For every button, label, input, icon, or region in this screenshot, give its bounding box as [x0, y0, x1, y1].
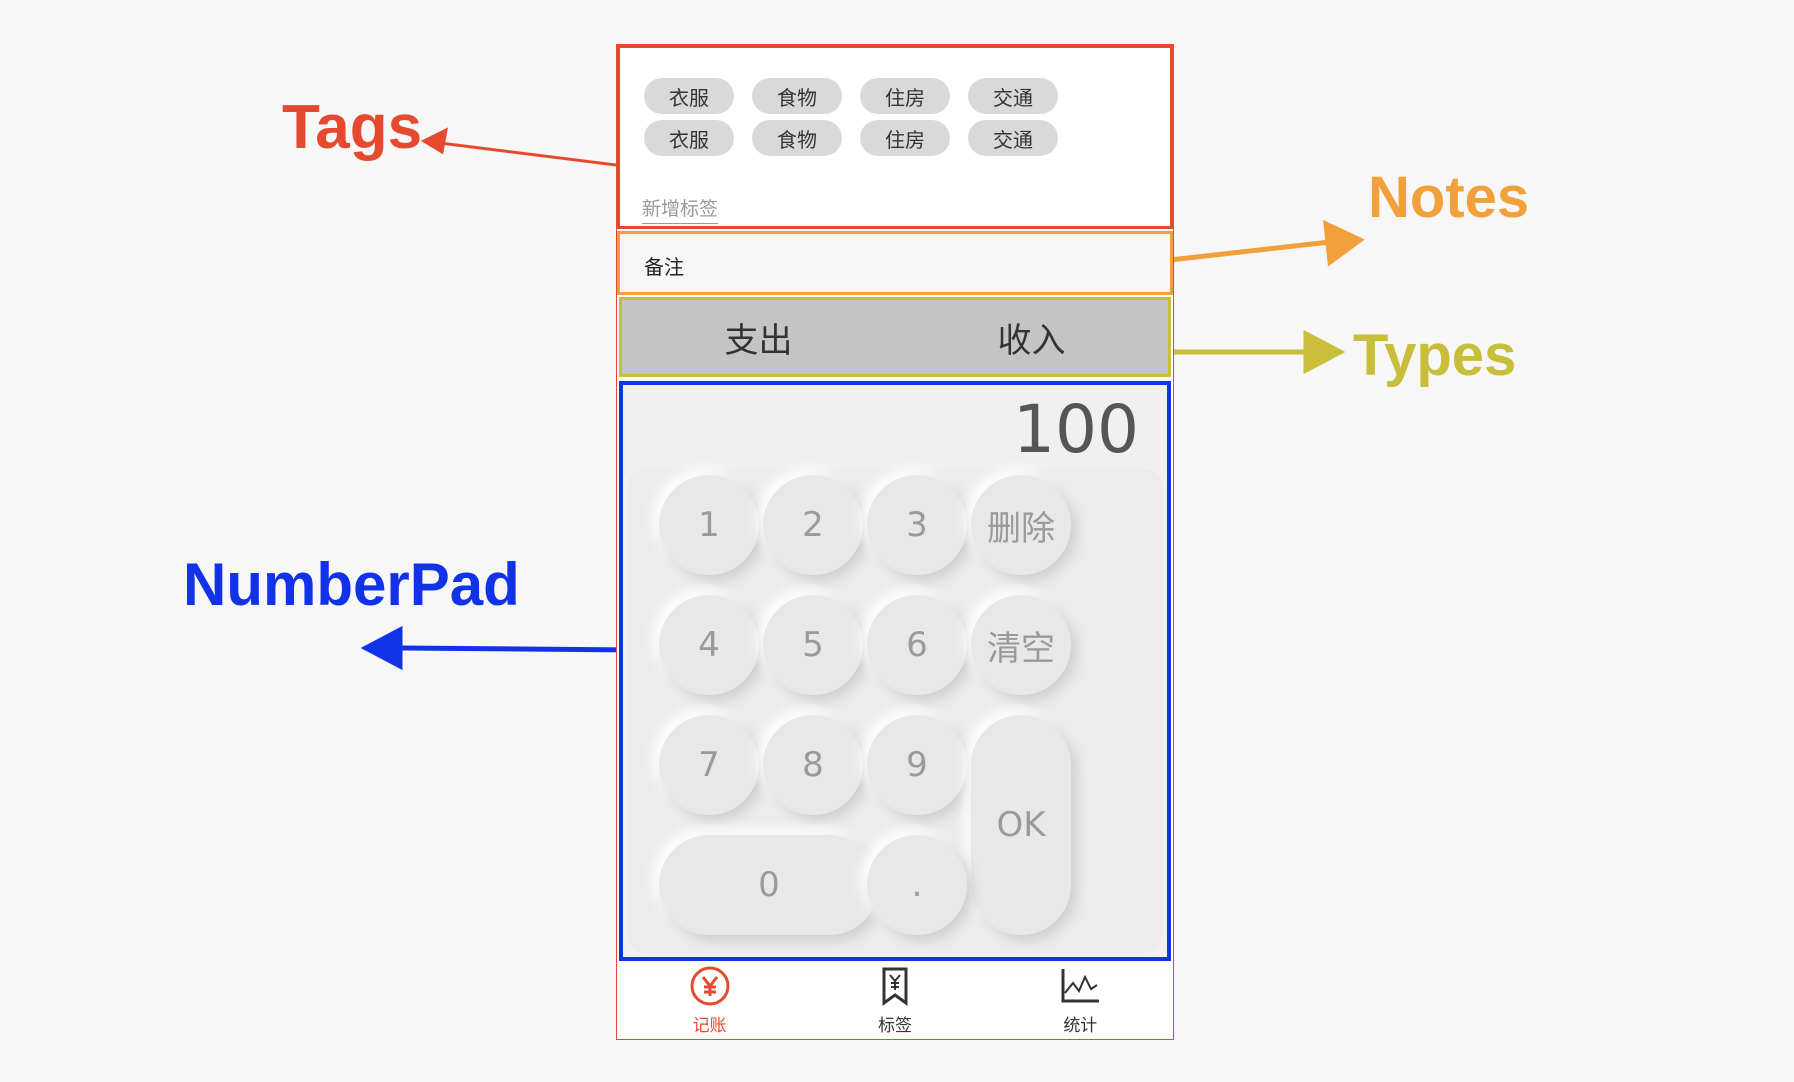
- tags-section: 衣服 食物 住房 交通 衣服 食物 住房 交通 新增标签: [617, 45, 1173, 229]
- notes-section[interactable]: 备注: [617, 231, 1173, 295]
- tag-food[interactable]: 食物: [752, 78, 842, 114]
- annotation-types: Types: [1353, 323, 1517, 388]
- key-4[interactable]: 4: [659, 595, 759, 695]
- annotation-notes: Notes: [1368, 165, 1530, 230]
- type-expense[interactable]: 支出: [622, 300, 895, 374]
- clear-button[interactable]: 清空: [971, 595, 1071, 695]
- tag-food[interactable]: 食物: [752, 120, 842, 156]
- key-1[interactable]: 1: [659, 475, 759, 575]
- key-3[interactable]: 3: [867, 475, 967, 575]
- types-section: 支出 收入: [619, 297, 1171, 377]
- key-8[interactable]: 8: [763, 715, 863, 815]
- tab-bookkeeping[interactable]: 记账: [617, 961, 802, 1039]
- tag-housing[interactable]: 住房: [860, 120, 950, 156]
- chart-icon: [1061, 968, 1100, 1002]
- tag-clothing[interactable]: 衣服: [644, 78, 734, 114]
- tab-statistics[interactable]: 统计: [988, 961, 1173, 1039]
- arrow-notes: [1151, 219, 1365, 267]
- key-6[interactable]: 6: [867, 595, 967, 695]
- key-2[interactable]: 2: [763, 475, 863, 575]
- type-income[interactable]: 收入: [895, 300, 1168, 374]
- numberpad-section: 100 1 2 3 删除 4 5 6 清空 7 8 9 OK 0 .: [619, 381, 1171, 961]
- key-9[interactable]: 9: [867, 715, 967, 815]
- amount-display: 100: [1013, 391, 1139, 468]
- tag-transport[interactable]: 交通: [968, 78, 1058, 114]
- phone-frame: 衣服 食物 住房 交通 衣服 食物 住房 交通 新增标签 备注 支出 收入 10…: [616, 44, 1174, 1040]
- tag-list: 衣服 食物 住房 交通 衣服 食物 住房 交通: [644, 78, 1058, 156]
- annotation-numberpad: NumberPad: [183, 551, 520, 618]
- arrow-numberpad: [360, 625, 635, 671]
- new-tag-button[interactable]: 新增标签: [642, 194, 719, 224]
- key-dot[interactable]: .: [867, 835, 967, 935]
- tab-label: 记账: [692, 1015, 727, 1036]
- notes-label: 备注: [644, 255, 684, 279]
- tag-housing[interactable]: 住房: [860, 78, 950, 114]
- key-0[interactable]: 0: [659, 835, 879, 935]
- annotation-tags: Tags: [282, 93, 423, 162]
- tab-tags[interactable]: 标签: [802, 961, 987, 1039]
- delete-button[interactable]: 删除: [971, 475, 1071, 575]
- tag-clothing[interactable]: 衣服: [644, 120, 734, 156]
- arrow-tags: [420, 127, 641, 170]
- key-5[interactable]: 5: [763, 595, 863, 695]
- keypad: 1 2 3 删除 4 5 6 清空 7 8 9 OK 0 .: [627, 469, 1163, 953]
- bookmark-icon: [882, 967, 908, 1006]
- money-icon: [690, 966, 730, 1005]
- key-7[interactable]: 7: [659, 715, 759, 815]
- tab-label: 统计: [1063, 1015, 1098, 1036]
- tab-label: 标签: [877, 1015, 912, 1036]
- ok-button[interactable]: OK: [971, 715, 1071, 935]
- tab-bar: 记账 标签 统计: [617, 961, 1173, 1039]
- tag-transport[interactable]: 交通: [968, 120, 1058, 156]
